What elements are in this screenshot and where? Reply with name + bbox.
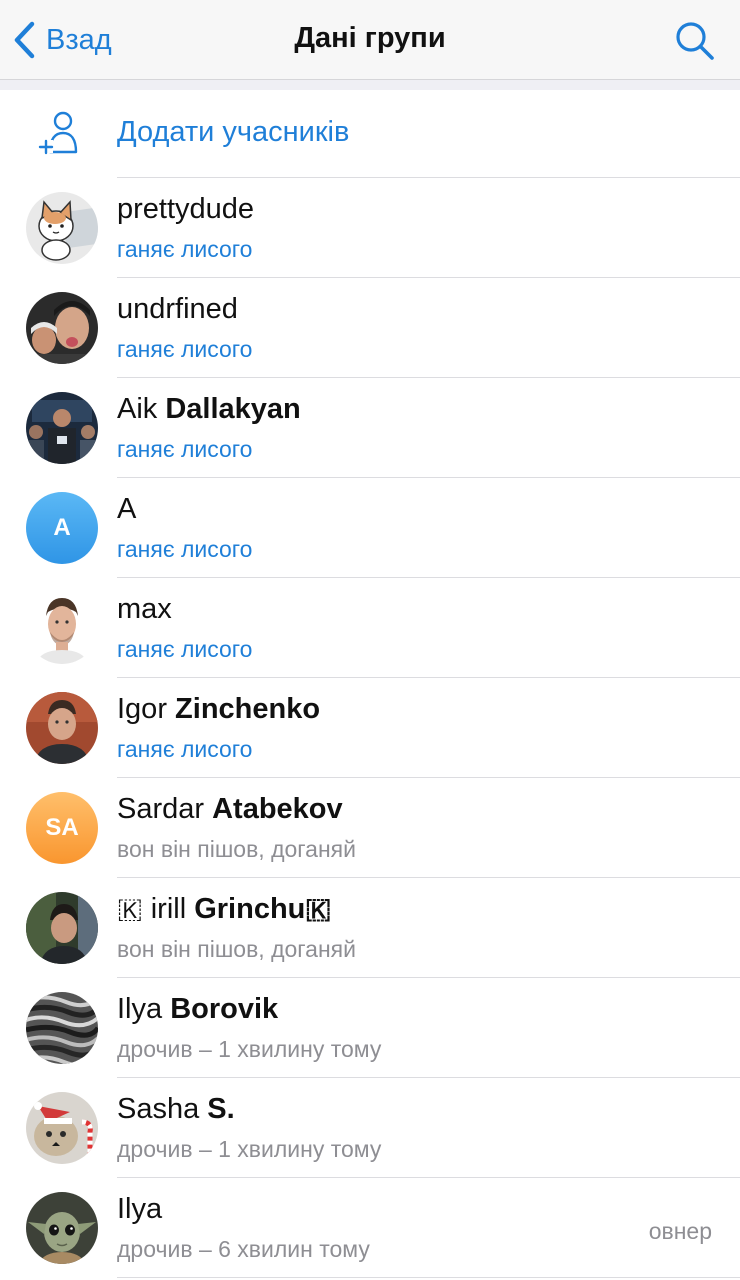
avatar <box>26 892 98 964</box>
avatar <box>26 1192 98 1264</box>
member-name: max <box>117 593 172 625</box>
member-row[interactable]: undrfined ганяє лисого <box>0 278 740 378</box>
member-name: Sardar Atabekov <box>117 793 343 825</box>
portrait-image <box>26 692 98 764</box>
portrait-image <box>26 892 98 964</box>
avatar: SA <box>26 792 98 864</box>
baby-yoda-image <box>26 1192 98 1264</box>
member-row[interactable]: Sasha S. дрочив – 1 хвилину тому <box>0 1078 740 1178</box>
member-row[interactable]: Aik Dallakyan ганяє лисого <box>0 378 740 478</box>
avatar-initials: SA <box>45 814 79 841</box>
texture-image <box>26 992 98 1064</box>
member-row[interactable]: SA Sardar Atabekov вон він пішов, доганя… <box>0 778 740 878</box>
avatar <box>26 992 98 1064</box>
member-row[interactable]: max ганяє лисого <box>0 578 740 678</box>
avatar <box>26 192 98 264</box>
member-name: prettydude <box>117 193 255 225</box>
avatar <box>26 392 98 464</box>
avatar-initials: A <box>53 514 71 541</box>
event-image <box>26 392 98 464</box>
member-list: prettydude ганяє лисого undrfined ганяє … <box>0 178 740 1278</box>
member-status: дрочив – 1 хвилину тому <box>117 1036 382 1062</box>
avatar <box>26 292 98 364</box>
member-status: ганяє лисого <box>117 736 253 762</box>
member-row[interactable]: A A ганяє лисого <box>0 478 740 578</box>
member-name: Sasha S. <box>117 1093 235 1125</box>
member-name: undrfined <box>117 293 238 325</box>
member-name: Aik Dallakyan <box>117 393 301 425</box>
member-status: ганяє лисого <box>117 236 253 262</box>
member-status: дрочив – 1 хвилину тому <box>117 1136 382 1162</box>
divider <box>117 1277 740 1278</box>
avatar <box>26 592 98 664</box>
member-status: дрочив – 6 хвилин тому <box>117 1236 370 1262</box>
member-status: ганяє лисого <box>117 536 253 562</box>
member-name: 🇰 irill Grinchu🇰 <box>117 893 332 925</box>
avatar <box>26 1092 98 1164</box>
member-row[interactable]: Ilya дрочив – 6 хвилин тому овнер <box>0 1178 740 1278</box>
member-name: Igor Zinchenko <box>117 693 321 725</box>
cat-sticker-image <box>26 192 98 264</box>
member-status: ганяє лисого <box>117 436 253 462</box>
member-status: ганяє лисого <box>117 636 253 662</box>
section-gap <box>0 80 740 90</box>
search-icon[interactable] <box>674 20 716 62</box>
member-row[interactable]: Igor Zinchenko ганяє лисого <box>0 678 740 778</box>
page-title: Дані групи <box>294 22 446 54</box>
member-row[interactable]: Ilya Borovik дрочив – 1 хвилину тому <box>0 978 740 1078</box>
member-row[interactable]: 🇰 irill Grinchu🇰 вон він пішов, доганяй <box>0 878 740 978</box>
avatar <box>26 692 98 764</box>
navigation-bar: Взад Дані групи <box>0 0 740 80</box>
member-status: вон він пішов, доганяй <box>117 936 356 962</box>
member-status: вон він пішов, доганяй <box>117 836 356 862</box>
christmas-cat-image <box>26 1092 98 1164</box>
add-members-label: Додати учасників <box>117 116 350 148</box>
member-name: Ilya Borovik <box>117 993 279 1025</box>
add-user-icon <box>38 111 78 155</box>
member-status: ганяє лисого <box>117 336 253 362</box>
role-label: овнер <box>648 1218 712 1244</box>
portrait-image <box>26 592 98 664</box>
avatar: A <box>26 492 98 564</box>
member-row[interactable]: prettydude ганяє лисого <box>0 178 740 278</box>
member-name: Ilya <box>117 1193 163 1225</box>
member-name: A <box>117 493 137 525</box>
selfie-image <box>26 292 98 364</box>
add-members-button[interactable]: Додати учасників <box>0 90 740 178</box>
